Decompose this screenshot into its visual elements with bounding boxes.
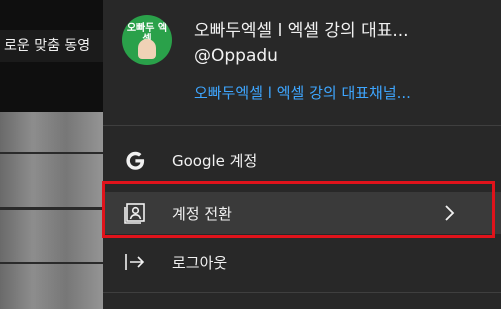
google-account-label: Google 계정 [172, 152, 258, 170]
divider [103, 125, 501, 126]
menu-item-sign-out[interactable]: 로그아웃 [103, 242, 501, 282]
annotation-highlight-box [102, 181, 495, 238]
divider [103, 292, 501, 293]
account-name: 오빠두엑셀 l 엑셀 강의 대표... [194, 21, 409, 41]
sign-out-icon [125, 254, 145, 270]
google-g-icon [126, 151, 145, 170]
view-channel-link[interactable]: 오빠두엑셀 l 엑셀 강의 대표채널... [194, 82, 474, 103]
account-menu: 오빠두 엑셀 오빠두엑셀 l 엑셀 강의 대표... @Oppadu 오빠두엑셀… [103, 0, 501, 309]
avatar-face [138, 39, 156, 59]
menu-item-google-account[interactable]: Google 계정 [103, 140, 501, 180]
account-handle: @Oppadu [194, 46, 278, 66]
avatar: 오빠두 엑셀 [122, 15, 172, 65]
video-thumbnail[interactable] [0, 112, 110, 309]
sign-out-label: 로그아웃 [172, 254, 228, 272]
recommended-chip[interactable]: 로운 맞춤 동영 [0, 30, 112, 62]
